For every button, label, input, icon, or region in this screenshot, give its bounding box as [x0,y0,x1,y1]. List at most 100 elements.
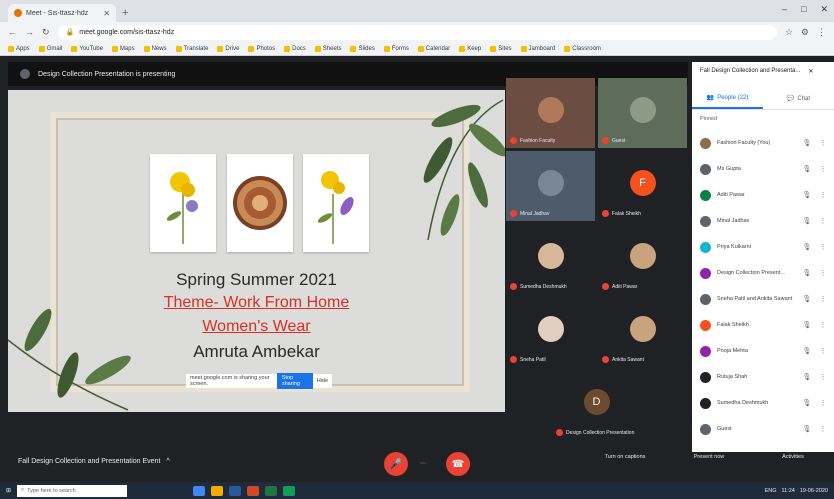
bookmark-item[interactable]: Jamboard [520,45,555,52]
participant-list: Fashion Faculty (You) 🎙 ⋮ Ms Gupta 🎙 ⋮ Aditi P… [692,130,834,442]
participant-tile[interactable]: Sumedha Deshmukh [506,224,595,294]
star-icon[interactable]: ☆ [785,27,793,38]
muted-mic-icon [510,283,517,290]
mic-status-icon: 🎙 [802,166,812,173]
browser-tab[interactable]: Meet - Sis-ttasz-hdz ✕ [8,4,116,22]
clock-time[interactable]: 11:24 [782,488,795,494]
participant-row[interactable]: Guest 🎙 ⋮ [692,416,834,442]
bookmark-item[interactable]: Calendar [417,45,450,52]
more-vert-icon[interactable]: ⋮ [818,217,828,225]
close-window-button[interactable]: ✕ [820,4,828,15]
more-vert-icon[interactable]: ⋮ [818,139,828,147]
bookmark-item[interactable]: YouTube [71,45,103,52]
participant-tile[interactable]: Guest [598,78,687,148]
close-tab-icon[interactable]: ✕ [103,9,110,18]
participant-row[interactable]: Falak Sheikh 🎙 ⋮ [692,312,834,338]
windows-start-icon[interactable]: ⊞ [6,487,11,494]
participant-row[interactable]: Sumedha Deshmukh 🎙 ⋮ [692,390,834,416]
more-vert-icon[interactable]: ⋮ [818,269,828,277]
bookmark-label: Maps [119,45,135,52]
participant-row[interactable]: Rutuja Shah 🎙 ⋮ [692,364,834,390]
language-indicator[interactable]: ENG [765,488,777,494]
more-vert-icon[interactable]: ⋮ [818,295,828,303]
participant-tile[interactable]: Aditi Pawar [598,224,687,294]
file-explorer-icon[interactable] [211,485,224,496]
chrome-app-icon[interactable] [193,485,206,496]
participant-tile[interactable]: Ankita Sawant [598,297,687,367]
tile-name: Sumedha Deshmukh [520,283,567,290]
mic-off-button[interactable]: 🎤 [384,452,408,476]
forward-arrow-icon[interactable]: → [25,27,34,37]
bookmark-item[interactable]: Sheets [314,45,341,52]
bookmark-item[interactable]: Translate [175,45,208,52]
participant-row[interactable]: Priya Kulkarni 🎙 ⋮ [692,234,834,260]
extensions-icon[interactable]: ⚙ [801,27,809,38]
taskbar-search-input[interactable]: ⌕ Type here to search [17,484,128,497]
excel-app-icon[interactable] [265,485,278,496]
maximize-button[interactable]: □ [801,4,806,15]
embroidery-hoop-icon [233,176,287,230]
more-vert-icon[interactable]: ⋮ [818,191,828,199]
folder-icon [490,45,497,52]
stop-sharing-button[interactable]: Stop sharing [276,373,313,389]
folder-icon [520,45,527,52]
participant-row[interactable]: Pooja Mehta 🎙 ⋮ [692,338,834,364]
bookmark-item[interactable]: Classroom [564,45,601,52]
participant-tile[interactable]: Fashion Faculty [506,78,595,148]
participant-tile[interactable]: Minal Jadhav [506,151,595,221]
address-bar[interactable]: 🔒 meet.google.com/sis-ttasz-hdz [57,24,777,40]
menu-icon[interactable]: ⋮ [817,27,826,38]
more-vert-icon[interactable]: ⋮ [818,425,828,433]
mic-status-icon: 🎙 [802,296,812,303]
more-vert-icon[interactable]: ⋮ [818,243,828,251]
bookmark-item[interactable]: Gmail [38,45,62,52]
screen-share-notice: meet.google.com is sharing your screen. … [186,373,332,389]
bookmark-item[interactable]: Sites [490,45,512,52]
more-vert-icon[interactable]: ⋮ [818,321,828,329]
present-now-button[interactable]: Present now [678,454,740,460]
more-vert-icon[interactable]: ⋮ [818,399,828,407]
tab-people[interactable]: 👥 People (22) [692,88,763,109]
more-vert-icon[interactable]: ⋮ [818,165,828,173]
participant-tile[interactable]: F Falak Sheikh [598,151,687,221]
close-panel-icon[interactable]: ✕ [808,68,813,75]
more-options-icon[interactable]: ⋯ [420,460,426,467]
word-app-icon[interactable] [229,485,242,496]
participant-row[interactable]: Ms Gupta 🎙 ⋮ [692,156,834,182]
participant-row[interactable]: Minal Jadhav 🎙 ⋮ [692,208,834,234]
captions-button[interactable]: Turn on captions [594,454,656,460]
new-tab-button[interactable]: + [122,7,128,19]
participant-tile[interactable]: D Design Collection Presentation [552,370,641,440]
meet-favicon-icon [14,9,22,17]
activities-button[interactable]: Activities [762,454,824,460]
participant-row[interactable]: Design Collection Present... 🎙 ⋮ [692,260,834,286]
clock-date[interactable]: 19-06-2020 [800,488,828,494]
participant-row[interactable]: Aditi Pawar 🎙 ⋮ [692,182,834,208]
bookmark-item[interactable]: Slides [350,45,375,52]
bookmark-label: Drive [225,45,240,52]
bookmark-item[interactable]: Drive [217,45,240,52]
bookmark-item[interactable]: Apps [8,45,30,52]
participant-tile[interactable]: Sneha Patil [506,297,595,367]
bookmark-item[interactable]: Keep [459,45,481,52]
participant-row[interactable]: Sneha Patil and Ankita Sawant 🎙 ⋮ [692,286,834,312]
reload-icon[interactable]: ↻ [42,27,50,38]
tab-chat[interactable]: 💬 Chat [763,88,834,109]
powerpoint-app-icon[interactable] [247,485,260,496]
sketch-card-3 [303,154,369,252]
leave-call-button[interactable]: ☎ [446,452,470,476]
more-vert-icon[interactable]: ⋮ [818,347,828,355]
bookmark-item[interactable]: News [143,45,167,52]
minimize-button[interactable]: – [782,4,787,15]
meeting-details[interactable]: Fall Design Collection and Presentation … [18,458,170,465]
bookmark-item[interactable]: Photos [248,45,275,52]
bookmark-item[interactable]: Docs [284,45,306,52]
hide-button[interactable]: Hide [317,378,328,384]
more-vert-icon[interactable]: ⋮ [818,373,828,381]
bookmark-item[interactable]: Forms [383,45,409,52]
bookmark-item[interactable]: Maps [111,45,135,52]
folder-icon [383,45,390,52]
back-arrow-icon[interactable]: ← [8,27,17,37]
participant-row[interactable]: Fashion Faculty (You) 🎙 ⋮ [692,130,834,156]
meet-app-icon[interactable] [283,485,296,496]
